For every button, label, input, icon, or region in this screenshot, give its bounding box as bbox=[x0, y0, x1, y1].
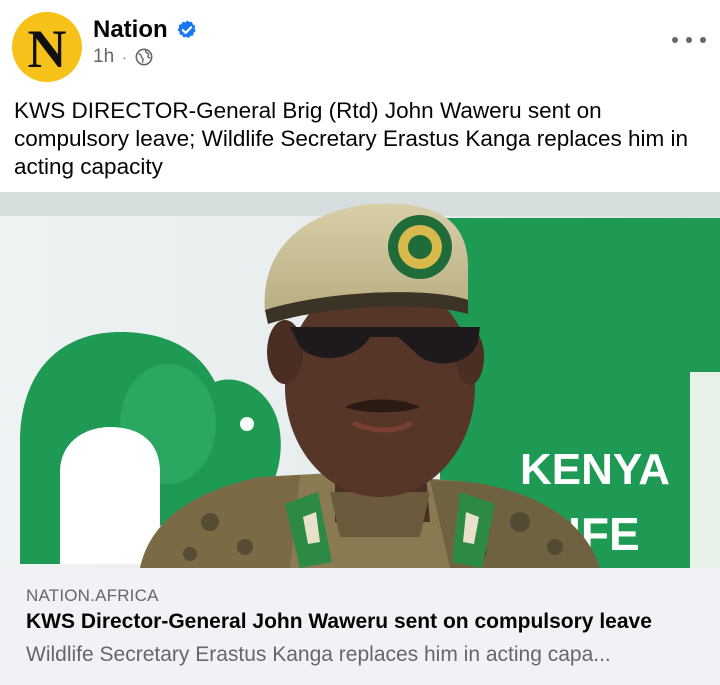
post-time[interactable]: 1h bbox=[93, 46, 114, 68]
dot bbox=[686, 37, 692, 43]
link-domain: NATION.AFRICA bbox=[26, 586, 159, 605]
post-meta: 1h · bbox=[93, 46, 153, 68]
link-preview-card[interactable]: KENYA LIFE NATION.AFRICA KWS Director-Ge… bbox=[0, 192, 720, 685]
banner-text-1: KENYA bbox=[520, 445, 670, 494]
avatar-letter: N bbox=[27, 19, 67, 79]
page-avatar[interactable]: N bbox=[12, 12, 82, 82]
page-name-row: Nation bbox=[93, 16, 198, 44]
verified-badge-icon bbox=[176, 19, 198, 41]
link-title[interactable]: KWS Director-General John Waweru sent on… bbox=[26, 610, 706, 634]
post-text: KWS DIRECTOR-General Brig (Rtd) John Waw… bbox=[14, 98, 689, 179]
link-preview-image[interactable]: KENYA LIFE bbox=[0, 192, 720, 568]
link-description: Wildlife Secretary Erastus Kanga replace… bbox=[26, 643, 611, 666]
dot bbox=[700, 37, 706, 43]
meta-separator: · bbox=[122, 49, 127, 65]
post-header: N Nation 1h · bbox=[0, 0, 720, 86]
more-options-icon[interactable] bbox=[672, 28, 706, 52]
dot bbox=[672, 37, 678, 43]
page-name[interactable]: Nation bbox=[93, 16, 168, 44]
link-preview-info[interactable]: NATION.AFRICA KWS Director-General John … bbox=[0, 568, 720, 685]
globe-icon bbox=[135, 48, 153, 66]
